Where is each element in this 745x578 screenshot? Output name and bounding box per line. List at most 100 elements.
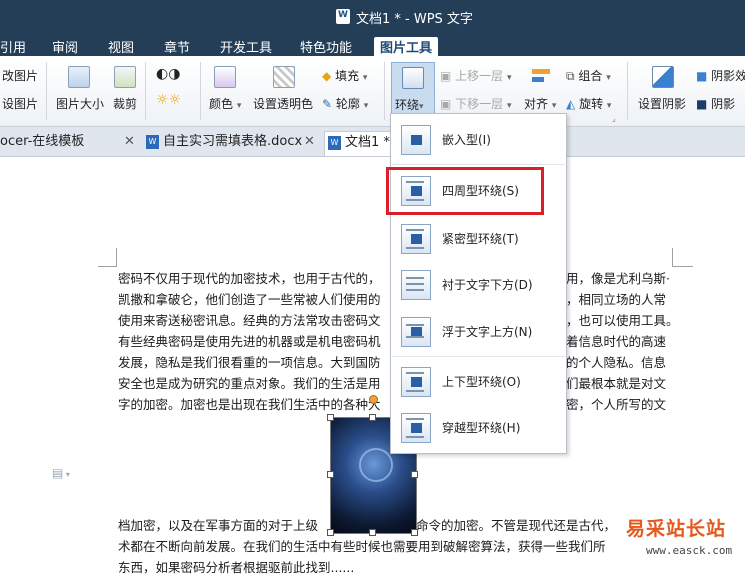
- menu-item-tight[interactable]: 紧密型环绕(T): [392, 218, 565, 258]
- picture-size-button[interactable]: 图片大小: [56, 95, 104, 112]
- chevron-down-icon: ▾: [551, 101, 557, 111]
- behind-text-icon: [401, 270, 431, 300]
- picture-size-icon: [68, 66, 90, 88]
- ribbon-toolbar: 改图片 设图片 图片大小 裁剪 ◐◑ ☼☼ 颜色 ▾ 设置透明色 ◆ 填充 ▾ …: [0, 56, 745, 127]
- menu-item-label: 紧密型环绕(T): [442, 232, 519, 246]
- fill-button[interactable]: ◆ 填充 ▾: [322, 67, 367, 84]
- watermark-url: www.easck.com: [646, 544, 733, 557]
- outline-label: 轮廓: [335, 97, 360, 111]
- crop-button[interactable]: 裁剪: [113, 95, 137, 112]
- wrap-text-icon: [402, 67, 424, 89]
- group-icon: ⧉: [566, 69, 575, 83]
- menu-separator: [392, 356, 565, 357]
- text-line: 们最根本就是对文: [566, 376, 667, 391]
- set-shadow-button[interactable]: 设置阴影: [638, 95, 686, 112]
- doc-tab-label: 文档1 *: [345, 135, 390, 150]
- resize-handle[interactable]: [327, 529, 334, 536]
- paragraph-lower-right: 命令的加密。不管是现代还是古代，: [416, 515, 626, 536]
- tab-special-features[interactable]: 特色功能: [300, 37, 352, 56]
- text-line: 东西，如果密码分析者根据驱前此找到......: [118, 560, 355, 575]
- word-doc-icon: W: [328, 135, 341, 150]
- resize-handle[interactable]: [369, 414, 376, 421]
- shadow-effect-label: 阴影效: [711, 69, 745, 83]
- rotate-button[interactable]: ◭ 旋转 ▾: [566, 95, 611, 112]
- tab-references[interactable]: 引用: [0, 37, 26, 56]
- tab-review[interactable]: 审阅: [52, 37, 78, 56]
- wrap-button[interactable]: 环绕▾: [391, 62, 435, 120]
- tab-picture-tools[interactable]: 图片工具: [374, 37, 439, 56]
- shadow-color-button[interactable]: ■ 阴影: [696, 95, 735, 112]
- tab-view[interactable]: 视图: [108, 37, 134, 56]
- set-transparent-icon: [273, 66, 295, 88]
- rotate-label: 旋转: [579, 97, 604, 111]
- doc-tab-label: ocer-在线模板: [0, 134, 85, 149]
- menu-item-behind-text[interactable]: 衬于文字下方(D): [392, 264, 565, 304]
- tab-chapter[interactable]: 章节: [164, 37, 190, 56]
- text-line: 用，像是尤利乌斯·: [566, 271, 670, 286]
- in-front-of-text-icon: [401, 317, 431, 347]
- align-label: 对齐: [524, 97, 549, 111]
- resize-handle[interactable]: [411, 471, 418, 478]
- menu-item-through[interactable]: 穿越型环绕(H): [392, 407, 565, 447]
- rotation-handle[interactable]: [369, 395, 378, 404]
- ribbon-separator: [200, 62, 201, 120]
- title-bar: 文档1 * - WPS 文字: [0, 0, 745, 34]
- chevron-down-icon: ▾: [507, 73, 512, 83]
- shadow-effect-button[interactable]: ■ 阴影效: [696, 67, 745, 84]
- shadow-color-icon: ■: [696, 97, 708, 111]
- highlight-box: [386, 167, 544, 215]
- bring-forward-icon: ▣: [440, 69, 452, 83]
- set-transparent-color-button[interactable]: 设置透明色: [253, 95, 313, 112]
- tab-developer[interactable]: 开发工具: [220, 37, 272, 56]
- menu-item-in-front-of-text[interactable]: 浮于文字上方(N): [392, 311, 565, 351]
- color-label: 颜色: [209, 97, 234, 111]
- text-line: ，也可以使用工具。: [566, 313, 676, 328]
- send-backward-button[interactable]: ▣ 下移一层 ▾: [440, 95, 512, 112]
- close-icon[interactable]: ✕: [304, 131, 315, 153]
- menu-item-top-bottom[interactable]: 上下型环绕(O): [392, 361, 565, 401]
- wrap-text-dropdown-menu: 嵌入型(I) 四周型环绕(S) 紧密型环绕(T) 衬于文字下方(D) 浮于文字上…: [390, 113, 567, 454]
- doc-tab-docer-templates[interactable]: ocer-在线模板 ✕: [0, 131, 140, 155]
- align-button[interactable]: 对齐 ▾: [524, 95, 556, 112]
- reset-picture-button[interactable]: 设图片: [2, 95, 38, 112]
- group-button[interactable]: ⧉ 组合 ▾: [566, 67, 611, 84]
- through-wrap-icon: [401, 413, 431, 443]
- resize-handle[interactable]: [327, 414, 334, 421]
- wrap-label: 环绕▾: [395, 96, 424, 113]
- menu-item-inline[interactable]: 嵌入型(I): [392, 119, 565, 159]
- inline-wrap-icon: [401, 125, 431, 155]
- dialog-launcher-icon[interactable]: ⌟: [612, 114, 616, 123]
- ribbon-separator: [145, 62, 146, 120]
- outline-button[interactable]: ✎ 轮廓 ▾: [322, 95, 368, 112]
- paragraph-lower-left-1: 档加密，以及在军事方面的对于上级: [118, 515, 330, 536]
- text-line: 的个人隐私。信息: [566, 355, 667, 370]
- picture-artwork: [359, 448, 393, 482]
- text-line: 密，个人所写的文: [566, 397, 667, 412]
- rotate-icon: ◭: [566, 97, 576, 111]
- doc-tab-internship-form[interactable]: W 自主实习需填表格.docx ✕: [146, 131, 316, 155]
- send-backward-label: 下移一层: [455, 97, 504, 111]
- ribbon-tab-bar: 引用 审阅 视图 章节 开发工具 特色功能 图片工具: [0, 34, 745, 56]
- brightness-icon[interactable]: ☼☼: [156, 92, 181, 108]
- outline-pen-icon: ✎: [322, 97, 333, 111]
- ribbon-separator: [46, 62, 47, 120]
- bring-forward-button[interactable]: ▣ 上移一层 ▾: [440, 67, 512, 84]
- contrast-icon[interactable]: ◐◑: [156, 66, 180, 82]
- doc-tab-document1[interactable]: W 文档1 *: [324, 131, 400, 156]
- paragraph-layout-icon[interactable]: ▤ ▾: [52, 466, 70, 480]
- paragraph-upper-right: 用，像是尤利乌斯· ，相同立场的人常 ，也可以使用工具。 着信息时代的高速 的个…: [566, 268, 676, 415]
- top-bottom-wrap-icon: [401, 367, 431, 397]
- color-button[interactable]: 颜色 ▾: [209, 95, 241, 112]
- resize-handle[interactable]: [327, 471, 334, 478]
- change-picture-button[interactable]: 改图片: [2, 67, 38, 84]
- chevron-down-icon: ▾: [507, 101, 512, 111]
- ribbon-separator: [627, 62, 628, 120]
- resize-handle[interactable]: [369, 529, 376, 536]
- bring-forward-label: 上移一层: [455, 69, 504, 83]
- doc-tab-label: 自主实习需填表格.docx: [163, 134, 303, 149]
- shadow-effect-icon: ■: [696, 69, 708, 83]
- fill-label: 填充: [335, 69, 360, 83]
- close-icon[interactable]: ✕: [124, 131, 135, 153]
- group-label: 组合: [578, 69, 603, 83]
- resize-handle[interactable]: [411, 529, 418, 536]
